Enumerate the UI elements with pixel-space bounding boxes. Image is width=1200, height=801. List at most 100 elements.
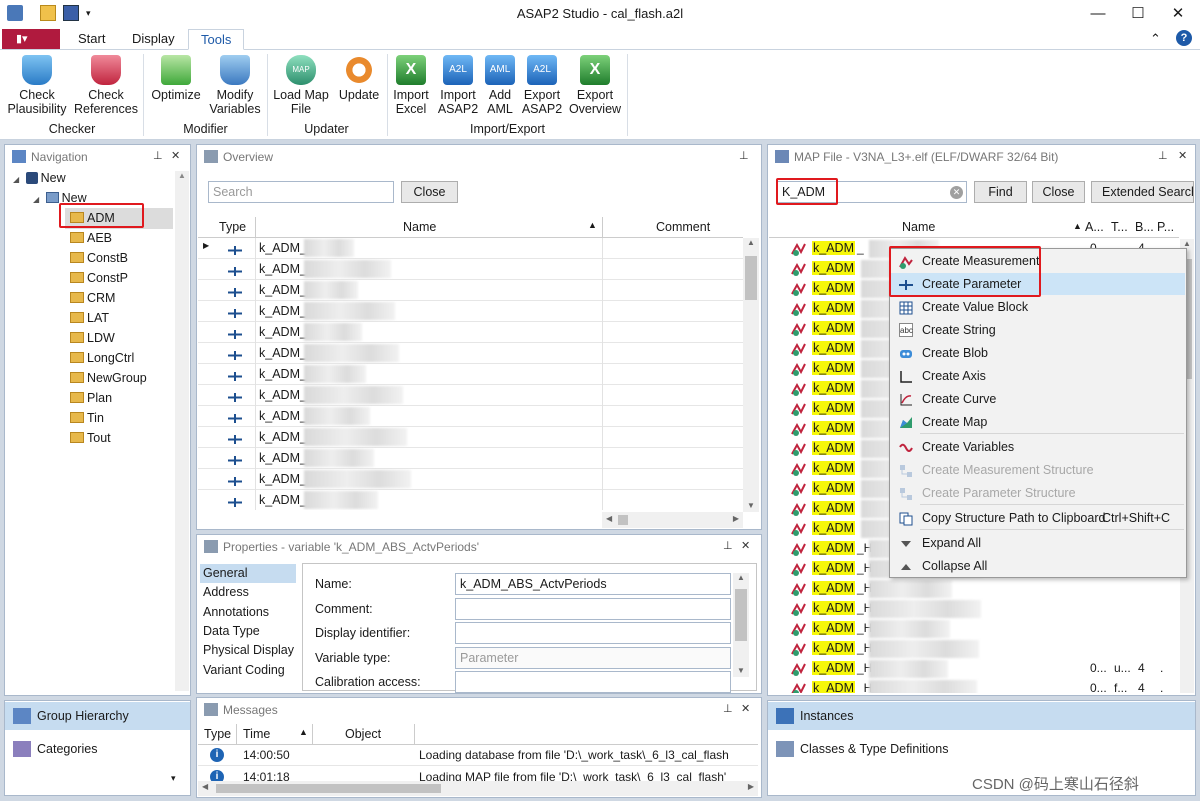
minimize-button[interactable]: — (1078, 0, 1118, 27)
pin-icon[interactable]: ⊥ (739, 149, 749, 162)
menu-item-create-map[interactable]: Create Map (891, 411, 1185, 433)
export-overview-button[interactable]: X Export Overview (567, 55, 623, 116)
column-name[interactable]: Name (403, 220, 436, 234)
table-row[interactable]: k_ADM_ (198, 301, 743, 322)
tab-tools[interactable]: Tools (188, 29, 245, 50)
tab-display[interactable]: Display (120, 29, 187, 50)
property-category[interactable]: Data Type (200, 622, 296, 641)
message-row[interactable]: i 14:01:18 Loading MAP file from file 'D:\… (198, 767, 758, 781)
menu-item-expand-all[interactable]: Expand All (891, 532, 1185, 554)
property-category[interactable]: Address (200, 583, 296, 602)
close-icon[interactable]: ✕ (1178, 149, 1187, 162)
property-value-input[interactable] (455, 597, 731, 620)
close-window-button[interactable]: ✕ (1158, 0, 1198, 27)
tree-item-folder[interactable]: Tin (70, 411, 104, 425)
message-row[interactable]: i 14:00:50 Loading database from file 'D:\… (198, 745, 758, 766)
pin-icon[interactable]: ⊥ (1158, 149, 1168, 162)
close-icon[interactable]: ✕ (741, 702, 750, 715)
overview-vscroll[interactable]: ▲ ▼ (743, 238, 759, 512)
menu-item-create-axis[interactable]: Create Axis (891, 365, 1185, 387)
column-comment[interactable]: Comment (656, 220, 710, 234)
tree-item-folder[interactable]: ConstP (70, 271, 128, 285)
menu-item-create-value-block[interactable]: Create Value Block (891, 296, 1185, 318)
overview-search-input[interactable]: Search (208, 181, 394, 203)
menu-item-create-variables[interactable]: Create Variables (891, 436, 1185, 458)
pin-icon[interactable]: ⊥ (723, 539, 733, 552)
menu-item-create-blob[interactable]: Create Blob (891, 342, 1185, 364)
menu-item-create-measurement-structure[interactable]: Create Measurement Structure (891, 459, 1185, 481)
ribbon-collapse-icon[interactable]: ⌃ (1150, 29, 1161, 50)
clear-search-icon[interactable]: ✕ (950, 186, 963, 199)
table-row[interactable]: k_ADM_ (198, 406, 743, 427)
menu-item-collapse-all[interactable]: Collapse All (891, 555, 1185, 577)
pin-icon[interactable]: ⊥ (723, 702, 733, 715)
property-category[interactable]: Physical Display (200, 641, 296, 660)
tab-start[interactable]: Start (66, 29, 117, 50)
close-icon[interactable]: ✕ (171, 149, 180, 162)
import-excel-button[interactable]: X Import Excel (390, 55, 432, 116)
tree-item-folder[interactable]: CRM (70, 291, 115, 305)
table-row[interactable]: k_ADM_ (198, 427, 743, 448)
tree-item-folder[interactable]: LAT (70, 311, 109, 325)
tree-item-folder[interactable]: NewGroup (70, 371, 147, 385)
tree-item-folder[interactable]: Tout (70, 431, 111, 445)
column-type[interactable]: Type (219, 220, 246, 234)
export-asap2-button[interactable]: A2L Export ASAP2 (519, 55, 565, 116)
map-row[interactable]: k_ADM _H 0... u... 4. (769, 659, 1179, 679)
table-row[interactable]: k_ADM_ (198, 385, 743, 406)
property-category[interactable]: General (200, 564, 296, 583)
property-category[interactable]: Variant Coding (200, 661, 296, 680)
table-row[interactable]: k_ADM_ (198, 343, 743, 364)
map-row[interactable]: k_ADM _H (769, 619, 1179, 639)
collapse-arrow-icon[interactable]: ◢ (13, 175, 19, 184)
extended-search-button[interactable]: Extended Search (1091, 181, 1194, 203)
add-aml-button[interactable]: AML Add AML (483, 55, 517, 116)
tree-item-folder[interactable]: Plan (70, 391, 112, 405)
tree-item-root[interactable]: ◢ New (13, 171, 66, 185)
mapfile-close-button[interactable]: Close (1032, 181, 1085, 203)
table-row[interactable]: k_ADM_ (198, 280, 743, 301)
table-row[interactable]: k_ADM_ (198, 490, 743, 510)
table-row[interactable]: k_ADM_ (198, 259, 743, 280)
menu-item-copy-structure-path-to-clipboard[interactable]: Copy Structure Path to Clipboard Ctrl+Shi… (891, 507, 1185, 529)
tree-item-folder[interactable]: LongCtrl (70, 351, 134, 365)
check-references-button[interactable]: Check References (73, 55, 139, 116)
table-row[interactable]: ▶ k_ADM_ (198, 238, 743, 259)
property-value-input[interactable] (455, 671, 731, 693)
tab-classes-type-definitions[interactable]: Classes & Type Definitions (768, 735, 1195, 763)
check-plausibility-button[interactable]: Check Plausibility (5, 55, 69, 116)
messages-hscroll[interactable]: ◀ ▶ (198, 781, 758, 796)
tab-categories[interactable]: Categories (5, 735, 190, 763)
table-row[interactable]: k_ADM_ (198, 364, 743, 385)
tree-item-folder[interactable]: LDW (70, 331, 115, 345)
property-value-input[interactable] (455, 622, 731, 644)
map-row[interactable]: k_ADM _H (769, 599, 1179, 619)
property-value-input[interactable]: Parameter (455, 646, 731, 669)
nav-scrollbar[interactable]: ▲ (175, 171, 189, 691)
tree-item-folder[interactable]: ConstB (70, 251, 128, 265)
map-row[interactable]: k_ADM _H 0... f... 4. (769, 679, 1179, 693)
find-button[interactable]: Find (974, 181, 1027, 203)
properties-scrollbar[interactable]: ▲ ▼ (733, 573, 749, 677)
file-menu-button[interactable]: ▮▾ (2, 29, 60, 49)
help-icon[interactable]: ? (1176, 30, 1192, 46)
table-row[interactable]: k_ADM_ (198, 322, 743, 343)
maximize-button[interactable]: ☐ (1118, 0, 1158, 27)
menu-item-create-string[interactable]: abc Create String (891, 319, 1185, 341)
menu-item-create-parameter-structure[interactable]: Create Parameter Structure (891, 482, 1185, 504)
overview-hscroll[interactable]: ◀ ▶ (602, 512, 743, 528)
overview-close-button[interactable]: Close (401, 181, 458, 203)
pin-icon[interactable]: ⊥ (153, 149, 163, 162)
table-row[interactable]: k_ADM_ (198, 448, 743, 469)
tab-group-hierarchy[interactable]: Group Hierarchy (5, 702, 190, 730)
table-row[interactable]: k_ADM_ (198, 469, 743, 490)
close-icon[interactable]: ✕ (741, 539, 750, 552)
optimize-button[interactable]: Optimize (148, 55, 204, 102)
tab-instances[interactable]: Instances (768, 702, 1195, 730)
tree-item-folder[interactable]: AEB (70, 231, 112, 245)
more-tabs-icon[interactable]: ▾ (171, 773, 176, 784)
collapse-arrow-icon[interactable]: ◢ (33, 195, 39, 204)
load-map-file-button[interactable]: MAP Load Map File (270, 55, 332, 116)
property-value-input[interactable]: k_ADM_ABS_ActvPeriods (455, 573, 731, 595)
property-category[interactable]: Annotations (200, 603, 296, 622)
